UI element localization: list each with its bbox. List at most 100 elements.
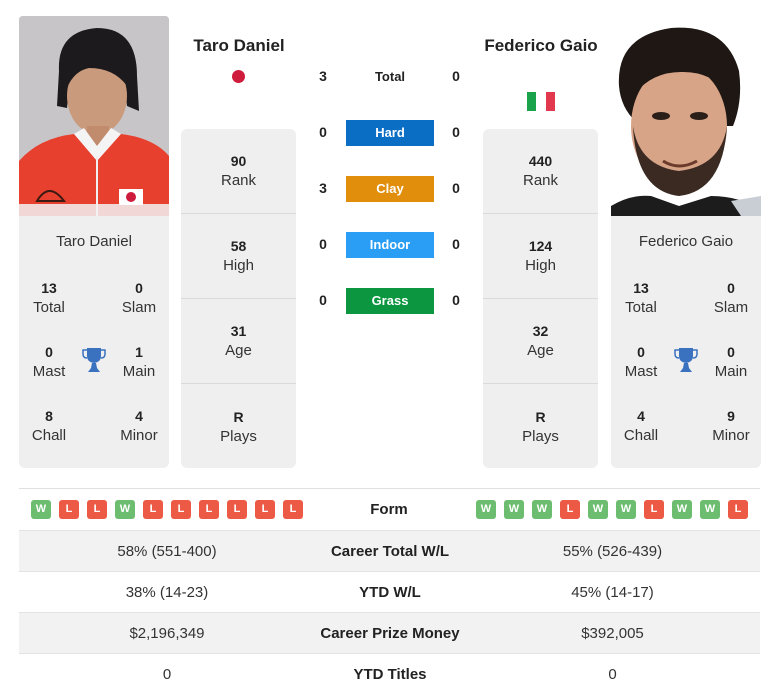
comparison-row-prize-money: $2,196,349 Career Prize Money $392,005 [19, 612, 760, 653]
h2h-left-count: 0 [319, 236, 327, 252]
stat-label: High [525, 257, 556, 274]
titles-slam: 0 Slam [701, 278, 761, 318]
h2h-right-count: 0 [452, 292, 460, 308]
form-loss-badge[interactable]: L [255, 500, 275, 519]
form-win-badge[interactable]: W [31, 500, 51, 519]
federico-gaio-portrait [611, 16, 761, 216]
stat-plays: R Plays [181, 384, 296, 469]
surface-grass-badge[interactable]: Grass [346, 288, 434, 314]
form-win-badge[interactable]: W [588, 500, 608, 519]
player-photo-right[interactable] [611, 16, 761, 216]
titles-card-right: Federico Gaio 13 Total 0 Slam 0 Mast 0 M… [611, 216, 761, 468]
titles-label: Chall [31, 427, 67, 444]
surface-hard-badge[interactable]: Hard [346, 120, 434, 146]
titles-label: Slam [713, 299, 749, 316]
comparison-row-ytd-titles: 0 YTD Titles 0 [19, 653, 760, 694]
titles-player-name[interactable]: Taro Daniel [19, 233, 169, 250]
stat-rank: 440 Rank [483, 129, 598, 214]
stat-value: R [233, 408, 244, 425]
form-loss-badge[interactable]: L [87, 500, 107, 519]
titles-mast: 0 Mast [19, 342, 79, 382]
comparison-row-career-wl: 58% (551-400) Career Total W/L 55% (526-… [19, 530, 760, 571]
player-stats-right: 440 Rank 124 High 32 Age R Plays [483, 129, 598, 468]
comparison-right-value: $392,005 [581, 624, 644, 642]
h2h-right-count: 0 [452, 68, 460, 84]
form-win-badge[interactable]: W [504, 500, 524, 519]
titles-value: 8 [45, 408, 53, 424]
form-loss-badge[interactable]: L [728, 500, 748, 519]
comparison-label: Career Prize Money [320, 624, 460, 642]
h2h-grass-row: 0 Grass 0 [300, 288, 480, 314]
form-loss-badge[interactable]: L [644, 500, 664, 519]
trophy-icon [674, 348, 698, 372]
h2h-clay-row: 3 Clay 0 [300, 176, 480, 202]
stat-rank: 90 Rank [181, 129, 296, 214]
form-loss-badge[interactable]: L [171, 500, 191, 519]
form-win-badge[interactable]: W [700, 500, 720, 519]
player-name-right[interactable]: Federico Gaio [482, 33, 600, 58]
titles-label: Chall [623, 427, 659, 444]
stat-value: 90 [230, 153, 247, 169]
titles-label: Main [122, 363, 156, 380]
titles-total: 13 Total [19, 278, 79, 318]
comparison-row-ytd-wl: 38% (14-23) YTD W/L 45% (14-17) [19, 571, 760, 612]
titles-minor: 4 Minor [109, 406, 169, 446]
titles-label: Total [33, 299, 65, 316]
titles-mast: 0 Mast [611, 342, 671, 382]
titles-value: 0 [45, 344, 53, 360]
titles-label: Mast [624, 363, 658, 380]
form-win-badge[interactable]: W [672, 500, 692, 519]
taro-daniel-portrait [19, 16, 169, 216]
comparison-label: YTD Titles [353, 665, 427, 683]
titles-label: Total [625, 299, 657, 316]
stat-label: High [223, 257, 254, 274]
h2h-hard-row: 0 Hard 0 [300, 120, 480, 146]
comparison-label: YTD W/L [359, 583, 421, 601]
form-loss-badge[interactable]: L [199, 500, 219, 519]
stat-value: 124 [528, 238, 553, 254]
stat-value: 58 [230, 238, 247, 254]
comparison-left-value: 0 [162, 665, 172, 683]
stat-value: 31 [230, 323, 247, 339]
h2h-left-count: 0 [319, 292, 327, 308]
stat-label: Plays [220, 427, 257, 445]
form-loss-badge[interactable]: L [283, 500, 303, 519]
player-photo-left[interactable] [19, 16, 169, 216]
titles-value: 1 [135, 344, 143, 360]
stat-high: 124 High [483, 214, 598, 299]
form-badges-left: WLLWLLLLLL [31, 500, 303, 519]
titles-slam: 0 Slam [109, 278, 169, 318]
stat-age: 32 Age [483, 299, 598, 384]
titles-value: 4 [637, 408, 645, 424]
titles-chall: 8 Chall [19, 406, 79, 446]
stat-value: 32 [532, 323, 549, 339]
form-row: WLLWLLLLLL Form WWWLWWLWWL [19, 489, 760, 529]
stat-value: R [535, 408, 546, 425]
stat-label: Age [527, 342, 554, 359]
stat-age: 31 Age [181, 299, 296, 384]
stat-label: Age [225, 342, 252, 359]
h2h-right-count: 0 [452, 180, 460, 196]
h2h-left-count: 0 [319, 124, 327, 140]
form-loss-badge[interactable]: L [59, 500, 79, 519]
form-loss-badge[interactable]: L [560, 500, 580, 519]
comparison-right-value: 55% (526-439) [562, 542, 663, 560]
form-win-badge[interactable]: W [115, 500, 135, 519]
titles-player-name[interactable]: Federico Gaio [611, 233, 761, 250]
form-loss-badge[interactable]: L [143, 500, 163, 519]
h2h-left-count: 3 [319, 68, 327, 84]
form-win-badge[interactable]: W [532, 500, 552, 519]
h2h-right-count: 0 [452, 236, 460, 252]
stat-label: Rank [220, 172, 257, 189]
player-name-left[interactable]: Taro Daniel [180, 33, 298, 58]
surface-indoor-badge[interactable]: Indoor [346, 232, 434, 258]
form-win-badge[interactable]: W [616, 500, 636, 519]
trophy-icon [82, 348, 106, 372]
titles-chall: 4 Chall [611, 406, 671, 446]
titles-main: 1 Main [109, 342, 169, 382]
form-loss-badge[interactable]: L [227, 500, 247, 519]
titles-card-left: Taro Daniel 13 Total 0 Slam 0 Mast 1 Mai… [19, 216, 169, 468]
japan-flag-icon [232, 70, 245, 83]
surface-clay-badge[interactable]: Clay [346, 176, 434, 202]
form-win-badge[interactable]: W [476, 500, 496, 519]
